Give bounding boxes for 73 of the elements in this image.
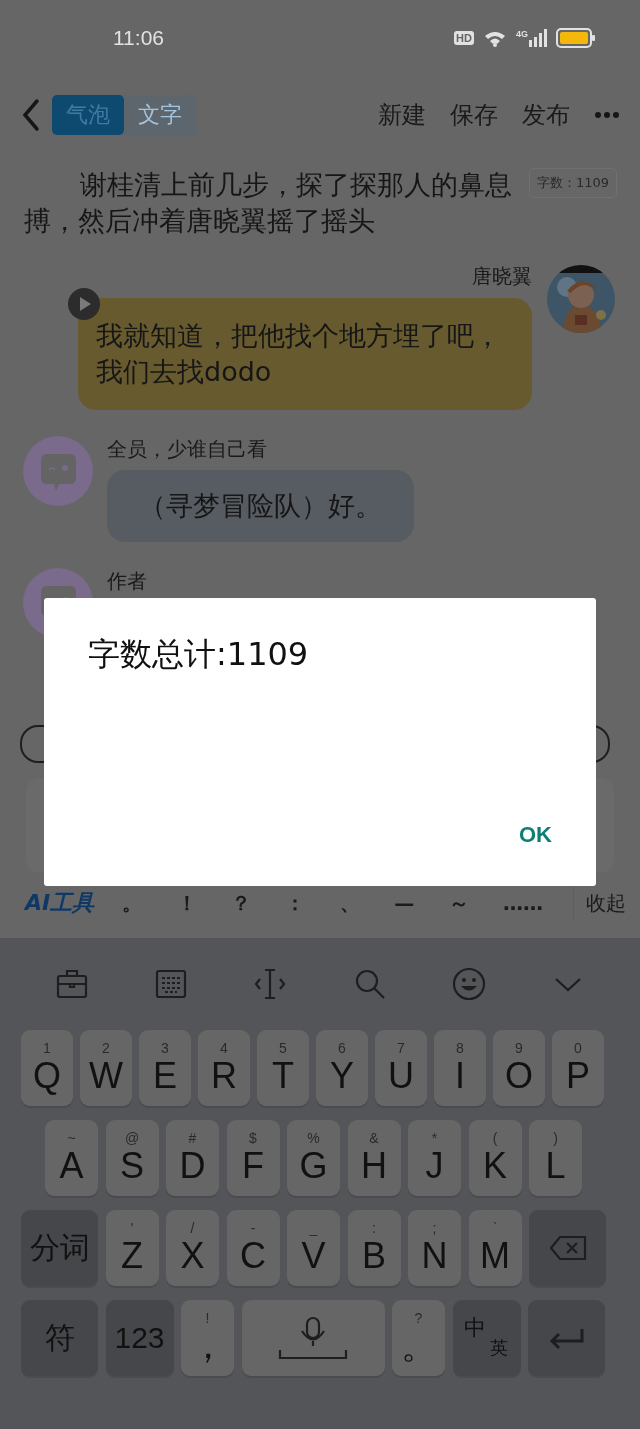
more-icon[interactable] <box>594 111 620 119</box>
punctuation-key[interactable]: 、 <box>339 889 360 917</box>
keyboard-key[interactable]: - C <box>226 1210 280 1286</box>
space-key[interactable] <box>241 1300 385 1376</box>
keyboard-key[interactable]: : B <box>347 1210 401 1286</box>
keyboard-key[interactable]: ~ A <box>45 1120 98 1196</box>
keyboard-key[interactable]: 0 P <box>552 1030 604 1106</box>
keyboard-key[interactable]: / X <box>166 1210 219 1286</box>
hd-badge: HD <box>454 30 474 45</box>
keyboard-key[interactable]: ( K <box>468 1120 522 1196</box>
header-action-button[interactable]: 新建 <box>378 99 426 131</box>
word-count-badge: 字数：1109 <box>528 168 617 198</box>
keyboard-key[interactable]: 6 Y <box>316 1030 368 1106</box>
keyboard-key[interactable]: ' Z <box>105 1210 159 1286</box>
keyboard-key[interactable]: ! ， <box>181 1300 234 1376</box>
signal-icon <box>529 28 547 47</box>
keyboard-key[interactable]: $ F <box>226 1120 280 1196</box>
backspace-icon <box>547 1234 588 1262</box>
punctuation-key[interactable]: ： <box>285 889 306 917</box>
enter-key[interactable] <box>528 1300 605 1376</box>
keyboard-key[interactable]: 1 Q <box>21 1030 73 1106</box>
keyboard-key[interactable]: 符 <box>21 1300 98 1376</box>
dialog-title: 字数总计:1109 <box>88 634 310 675</box>
keyboard-key[interactable]: @ S <box>105 1120 159 1196</box>
keyboard-key[interactable]: ` M <box>468 1210 522 1286</box>
keyboard-icon[interactable] <box>154 967 188 1001</box>
keyboard-key[interactable]: 7 U <box>375 1030 427 1106</box>
keyboard-key[interactable]: # D <box>166 1120 219 1196</box>
keyboard-key[interactable]: 8 I <box>434 1030 486 1106</box>
sender-name: 唐晓翼 <box>472 263 532 289</box>
mode-tab[interactable]: 文字 <box>124 95 196 135</box>
back-icon[interactable] <box>20 98 42 132</box>
chat-avatar-icon <box>23 436 93 506</box>
message-bubble: （寻梦冒险队）好。 <box>107 470 414 542</box>
keyboard-key[interactable]: 3 E <box>139 1030 191 1106</box>
backspace-key[interactable] <box>529 1210 606 1286</box>
keyboard-key[interactable]: 9 O <box>493 1030 545 1106</box>
keyboard-key[interactable]: 4 R <box>198 1030 250 1106</box>
ai-tools-button[interactable]: AI工具 <box>25 888 95 918</box>
text-cursor-icon[interactable] <box>253 967 288 1001</box>
keyboard-key[interactable]: & H <box>347 1120 401 1196</box>
keyboard-key[interactable]: * J <box>408 1120 461 1196</box>
keyboard-key[interactable]: ) L <box>529 1120 582 1196</box>
keyboard-key[interactable]: 分词 <box>21 1210 98 1286</box>
punctuation-key[interactable]: 。 <box>122 889 143 917</box>
keyboard-key[interactable]: 5 T <box>257 1030 309 1106</box>
network-type: 4G <box>516 28 528 39</box>
keyboard-key[interactable]: ; N <box>408 1210 461 1286</box>
keyboard-key[interactable]: 123 <box>105 1300 174 1376</box>
emoji-icon[interactable] <box>451 967 486 1001</box>
narration-text: 搏，然后冲着唐晓翼摇了摇头 <box>24 204 375 238</box>
battery-icon <box>556 27 596 48</box>
play-icon[interactable] <box>68 288 100 320</box>
microphone-icon <box>278 1316 348 1360</box>
keyboard-key[interactable]: 2 W <box>80 1030 132 1106</box>
narration-text: 谢桂清上前几步，探了探那人的鼻息 <box>79 168 512 202</box>
enter-icon <box>547 1326 586 1350</box>
keyboard-key[interactable]: % G <box>287 1120 340 1196</box>
punctuation-key[interactable]: ？ <box>231 889 251 917</box>
ok-button[interactable]: OK <box>505 818 566 852</box>
punctuation-key[interactable]: — <box>394 889 415 917</box>
punctuation-key[interactable]: …… <box>502 889 543 917</box>
punctuation-key[interactable]: ！ <box>176 889 197 917</box>
sender-name: 全员，少谁自己看 <box>107 436 268 462</box>
clock-time: 11:06 <box>113 25 164 50</box>
punctuation-key[interactable]: ～ <box>448 889 469 917</box>
toolbox-icon[interactable] <box>54 967 89 1001</box>
header-action-button[interactable]: 保存 <box>450 99 498 131</box>
header-action-button[interactable]: 发布 <box>522 99 570 131</box>
sender-name: 作者 <box>107 568 147 594</box>
language-switch-key[interactable]: 中 英 <box>452 1300 521 1376</box>
keyboard-key[interactable]: _ V <box>287 1210 340 1286</box>
keyboard-key[interactable]: ? 。 <box>392 1300 445 1376</box>
